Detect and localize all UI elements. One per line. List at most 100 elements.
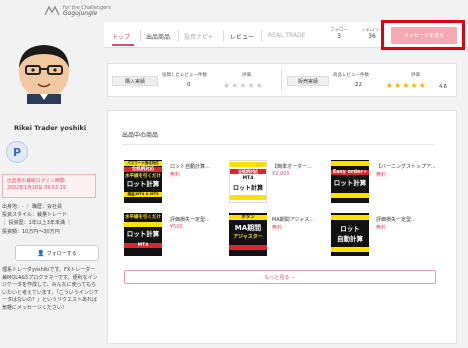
rating-divider xyxy=(281,69,282,91)
tab-divider xyxy=(261,30,262,42)
follow-plus-icon: 👤 xyxy=(37,249,45,257)
thumb-text: 全銘柄対応 xyxy=(230,169,266,174)
product-title[interactable]: 評価損失一定型... xyxy=(376,216,416,223)
thumb-text: Easy order+ xyxy=(331,169,369,175)
sales-reviews-label: 商品レビュー件数 xyxy=(333,73,369,78)
profile-bio: 理系トレーダyoshikiです。FXトレーダー兼MQL4&5プログラマーです。便… xyxy=(2,267,99,311)
thumb-text: MA期間 xyxy=(234,224,262,232)
thumb-stripe xyxy=(229,245,267,250)
avatar-illustration xyxy=(19,45,69,104)
star-icon: ★ xyxy=(410,81,419,90)
follow-count[interactable]: フォロー 3 xyxy=(330,28,348,40)
product-price: 無料 xyxy=(376,225,387,231)
page-root: for the Challengers Gogojungle トップ 出品商品 … xyxy=(0,0,468,348)
logo-wordmark: Gogojungle xyxy=(63,10,98,17)
avatar xyxy=(14,42,74,104)
last-login-time: 2022年1月18日 06:53:19 xyxy=(7,186,66,191)
thumb-text: 損益/MT4 & MT5 xyxy=(124,192,162,197)
product-thumbnail-6[interactable]: ロット 自動計算 xyxy=(331,213,369,256)
gogojungle-logo-icon xyxy=(44,5,60,16)
last-login-box: 出品者の最終ログイン時間: 2022年1月18日 06:53:19 xyxy=(2,174,96,198)
star-icon: ★ xyxy=(255,81,264,90)
thumb-text: 水平線を引くだけ xyxy=(125,215,161,220)
product-price: 無料 xyxy=(272,225,283,231)
product-price: 無料 xyxy=(376,172,387,178)
highlight-box xyxy=(381,20,465,50)
thumb-text: ボタン xyxy=(229,215,267,220)
product-thumbnail-4[interactable]: 水平線を引くだけ ロット計算 MT4 xyxy=(124,213,162,256)
follow-value: 3 xyxy=(337,33,341,40)
section-divider xyxy=(122,144,434,145)
star-icon: ★ xyxy=(239,81,248,90)
logo-text: for the Challengers Gogojungle xyxy=(63,5,111,17)
thumb-text: MT4 xyxy=(124,243,162,248)
tab-investment-navi[interactable]: 投資ナビ+ xyxy=(184,32,213,41)
product-price: ¥500 xyxy=(170,224,183,230)
thumb-stripe xyxy=(331,161,369,166)
thumb-text: MT4 xyxy=(242,176,254,181)
product-thumbnail-5[interactable]: ボタン MA期間 アジャスター xyxy=(229,213,267,256)
product-title[interactable]: 【簡単オーダー... xyxy=(272,163,312,170)
chevron-down-icon: ⌄ xyxy=(291,274,296,280)
star-icon: ★ xyxy=(247,81,256,90)
thumb-text: パスワード強化対応 xyxy=(124,161,162,166)
star-icon: ★ xyxy=(418,81,427,90)
product-title[interactable]: 評価損失一定型... xyxy=(170,216,210,223)
see-more-label: もっと見る xyxy=(264,274,290,281)
product-thumbnail-2[interactable]: 全銘柄対応 MT4 ロット計算 xyxy=(229,160,267,203)
star-icon: ★ xyxy=(223,81,232,90)
thumb-stripe xyxy=(331,215,369,220)
tab-divider xyxy=(140,30,141,42)
thumb-text: 全銘柄対応 xyxy=(124,167,162,172)
product-title[interactable]: MA期間アジャス... xyxy=(272,216,314,223)
product-thumbnail-3[interactable]: Easy order+ ロット計算 xyxy=(331,160,369,203)
profile-info-line: ｜ 投資歴：1年以上3年未満 ｜ xyxy=(2,220,72,227)
product-title[interactable]: ロット自動計算... xyxy=(170,163,210,170)
products-section-title: 出品中の商品 xyxy=(122,132,159,139)
tab-real-trade[interactable]: REAL TRADE xyxy=(268,32,305,39)
star-icon: ★ xyxy=(386,81,395,90)
follow-button-label: フォローする xyxy=(46,250,77,257)
product-thumbnail-1[interactable]: パスワード強化対応 全銘柄対応 水平線を引くだけ ロット計算 損益/MT4 & … xyxy=(124,160,162,203)
tab-products[interactable]: 出品商品 xyxy=(146,32,170,41)
thumb-text: ロット計算 xyxy=(126,180,160,188)
thumb-stripe xyxy=(230,195,266,200)
profile-info: 出身地：‐ ｜ 職歴：会社員 投資スタイル：裁量トレード ｜ 投資歴：1年以上3… xyxy=(2,203,102,236)
active-tab-indicator xyxy=(112,44,134,46)
tab-top[interactable]: トップ xyxy=(112,32,130,41)
sales-rating-label: 評価 xyxy=(411,73,420,78)
profile-info-line: 投資スタイル：裁量トレード xyxy=(2,212,68,219)
purchase-star-rating: ★★★★★ xyxy=(223,81,264,90)
thumb-stripe xyxy=(331,247,369,252)
follow-button[interactable]: 👤 フォローする xyxy=(15,245,99,261)
thumb-text: ロット計算 xyxy=(232,185,263,192)
thumb-text: 水平線を引くだけ xyxy=(125,174,161,179)
profile-name: Rikei Trader yoshiki xyxy=(14,124,87,132)
product-title[interactable]: 【バーニングストップア... xyxy=(376,163,436,170)
sales-star-rating: ★★★★★ xyxy=(386,81,427,90)
last-login-label: 出品者の最終ログイン時間: xyxy=(7,179,67,184)
thumb-text: アジャスター xyxy=(233,234,263,240)
thumb-text: ロット計算 xyxy=(333,179,367,187)
purchase-record-label: 購入実績 xyxy=(112,76,158,86)
purchase-reviews-label: 投稿したレビュー件数 xyxy=(162,73,207,78)
profile-info-line: 出身地：‐ ｜ 職歴：会社員 xyxy=(2,204,62,210)
product-price: 無料 xyxy=(170,172,181,178)
thumb-stripe xyxy=(331,193,369,198)
sales-record-label: 販売実績 xyxy=(287,76,329,86)
premium-badge-icon: P xyxy=(6,141,28,163)
sales-rating-score: 4.6 xyxy=(439,84,447,90)
thumb-stripe xyxy=(124,222,162,227)
tab-divider xyxy=(223,30,224,42)
sales-reviews-count: 22 xyxy=(355,82,362,88)
profile-info-line: 投資額：10万円〜30万円 xyxy=(2,228,60,235)
star-icon: ★ xyxy=(402,81,411,90)
rating-summary-card xyxy=(107,63,457,97)
site-logo[interactable]: for the Challengers Gogojungle xyxy=(44,2,111,20)
thumb-text: ロット計算 xyxy=(126,230,160,238)
tab-reviews[interactable]: レビュー xyxy=(230,32,254,41)
purchase-reviews-count: 0 xyxy=(187,82,191,88)
see-more-button[interactable]: もっと見る ⌄ xyxy=(124,270,436,284)
thumb-text: 自動計算 xyxy=(337,235,363,243)
purchase-rating-label: 評価 xyxy=(242,73,251,78)
